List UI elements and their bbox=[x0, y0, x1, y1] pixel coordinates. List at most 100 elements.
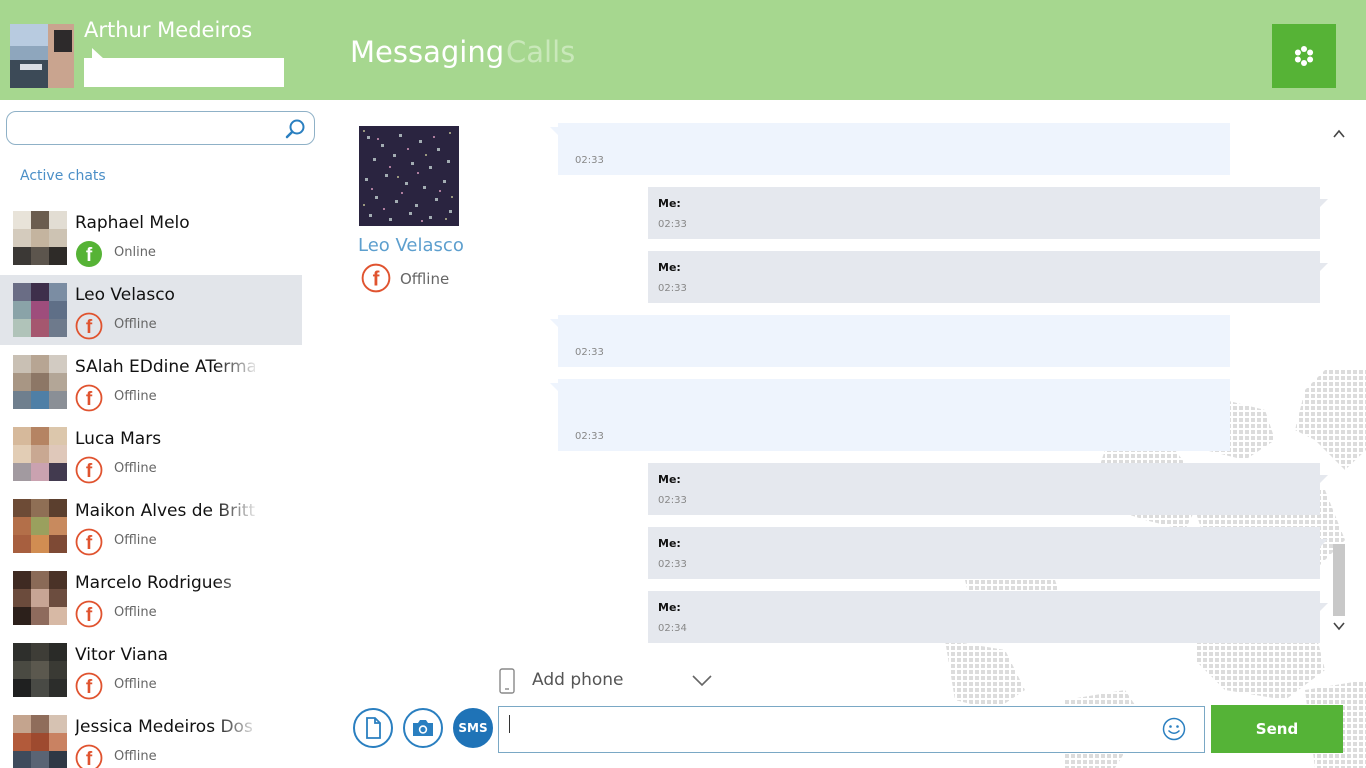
contact-item[interactable]: Jessica Medeiros Dos S f Offline bbox=[0, 707, 302, 768]
contact-status: Offline bbox=[114, 749, 157, 764]
contact-avatar bbox=[13, 499, 67, 553]
phone-icon bbox=[498, 668, 516, 698]
svg-text:f: f bbox=[86, 461, 93, 482]
name-fade bbox=[215, 209, 260, 239]
facebook-icon: f bbox=[75, 672, 103, 704]
sms-label: SMS bbox=[458, 721, 488, 735]
contact-item[interactable]: SAlah EDdine ATermal f Offline bbox=[0, 347, 302, 417]
facebook-icon: f bbox=[75, 384, 103, 416]
svg-text:f: f bbox=[86, 605, 93, 626]
contact-profile-status: Offline bbox=[400, 270, 450, 288]
contact-status: Offline bbox=[114, 677, 157, 692]
message-time: 02:34 bbox=[658, 623, 687, 634]
name-fade bbox=[215, 425, 260, 455]
message-scrollbar[interactable] bbox=[1330, 118, 1348, 640]
message-sender: Me: bbox=[658, 197, 681, 210]
contact-profile-picture[interactable] bbox=[359, 126, 459, 226]
message-bubble-outgoing[interactable]: Me: 02:33 bbox=[648, 527, 1328, 579]
message-time: 02:33 bbox=[658, 559, 687, 570]
facebook-icon: f bbox=[361, 263, 391, 297]
smiley-icon[interactable] bbox=[1162, 717, 1186, 745]
message-sender: Me: bbox=[658, 601, 681, 614]
svg-text:f: f bbox=[86, 749, 93, 768]
contact-status: Offline bbox=[114, 605, 157, 620]
message-time: 02:33 bbox=[658, 219, 687, 230]
add-phone-label: Add phone bbox=[532, 670, 624, 690]
top-bar: Arthur Medeiros Messaging Calls bbox=[0, 0, 1366, 100]
text-caret bbox=[509, 715, 510, 733]
contact-status: Offline bbox=[114, 317, 157, 332]
svg-text:f: f bbox=[86, 245, 93, 266]
contact-status: Offline bbox=[114, 533, 157, 548]
message-time: 02:33 bbox=[658, 283, 687, 294]
add-phone-dropdown[interactable]: Add phone bbox=[496, 666, 716, 696]
message-bubble-incoming[interactable]: 02:33 bbox=[550, 315, 1230, 367]
name-fade bbox=[215, 713, 260, 743]
message-time: 02:33 bbox=[658, 495, 687, 506]
chevron-down-icon bbox=[692, 672, 712, 691]
tab-messaging[interactable]: Messaging bbox=[350, 35, 504, 69]
gear-icon bbox=[1294, 46, 1314, 66]
camera-icon bbox=[413, 720, 433, 736]
message-bubble-incoming[interactable]: 02:33 bbox=[550, 379, 1230, 451]
contact-avatar bbox=[13, 283, 67, 337]
contact-avatar bbox=[13, 643, 67, 697]
file-icon bbox=[366, 717, 381, 739]
contact-item[interactable]: Marcelo Rodrigues f Offline bbox=[0, 563, 302, 633]
send-button[interactable]: Send bbox=[1211, 705, 1343, 753]
facebook-icon: f bbox=[75, 528, 103, 560]
contact-avatar bbox=[13, 571, 67, 625]
message-bubble-outgoing[interactable]: Me: 02:33 bbox=[648, 463, 1328, 515]
message-sender: Me: bbox=[658, 537, 681, 550]
message-bubble-outgoing[interactable]: Me: 02:33 bbox=[648, 251, 1328, 303]
tab-calls[interactable]: Calls bbox=[506, 35, 575, 69]
contact-avatar bbox=[13, 211, 67, 265]
name-fade bbox=[215, 569, 260, 599]
chevron-down-icon[interactable] bbox=[1332, 618, 1346, 637]
user-name: Arthur Medeiros bbox=[84, 18, 253, 42]
message-time: 02:33 bbox=[575, 431, 604, 442]
svg-text:f: f bbox=[86, 533, 93, 554]
search-icon[interactable] bbox=[284, 118, 306, 144]
contact-item[interactable]: Maikon Alves de Britto f Offline bbox=[0, 491, 302, 561]
facebook-icon: f bbox=[75, 312, 103, 344]
contact-profile-name[interactable]: Leo Velasco bbox=[358, 235, 464, 256]
facebook-icon: f bbox=[75, 600, 103, 632]
sms-button[interactable]: SMS bbox=[453, 708, 493, 748]
facebook-icon: f bbox=[75, 744, 103, 768]
contact-status: Offline bbox=[114, 389, 157, 404]
contact-item[interactable]: Raphael Melo f Online bbox=[0, 203, 302, 273]
message-bubble-outgoing[interactable]: Me: 02:34 bbox=[648, 591, 1328, 643]
send-photo-button[interactable] bbox=[403, 708, 443, 748]
settings-button[interactable] bbox=[1272, 24, 1336, 88]
contact-item[interactable]: Leo Velasco f Offline bbox=[0, 275, 302, 345]
svg-text:f: f bbox=[86, 677, 93, 698]
mood-message-field[interactable] bbox=[84, 58, 284, 87]
chevron-up-icon[interactable] bbox=[1332, 126, 1346, 145]
message-input[interactable] bbox=[498, 706, 1205, 753]
scroll-thumb[interactable] bbox=[1333, 544, 1345, 616]
contact-avatar bbox=[13, 355, 67, 409]
message-time: 02:33 bbox=[575, 155, 604, 166]
active-chats-label: Active chats bbox=[20, 168, 106, 184]
svg-text:f: f bbox=[86, 389, 93, 410]
name-fade bbox=[215, 641, 260, 671]
contact-avatar bbox=[13, 715, 67, 768]
svg-text:f: f bbox=[373, 269, 380, 291]
name-fade bbox=[215, 281, 260, 311]
message-bubble-outgoing[interactable]: Me: 02:33 bbox=[648, 187, 1328, 239]
svg-text:f: f bbox=[86, 317, 93, 338]
name-fade bbox=[215, 497, 260, 527]
message-sender: Me: bbox=[658, 261, 681, 274]
user-avatar[interactable] bbox=[10, 24, 74, 88]
name-fade bbox=[215, 353, 260, 383]
message-bubble-incoming[interactable]: 02:33 bbox=[550, 123, 1230, 175]
facebook-icon: f bbox=[75, 456, 103, 488]
search-input[interactable] bbox=[6, 111, 315, 145]
contact-status: Online bbox=[114, 245, 156, 260]
contact-item[interactable]: Vitor Viana f Offline bbox=[0, 635, 302, 705]
attach-file-button[interactable] bbox=[353, 708, 393, 748]
message-time: 02:33 bbox=[575, 347, 604, 358]
contact-item[interactable]: Luca Mars f Offline bbox=[0, 419, 302, 489]
contact-status: Offline bbox=[114, 461, 157, 476]
